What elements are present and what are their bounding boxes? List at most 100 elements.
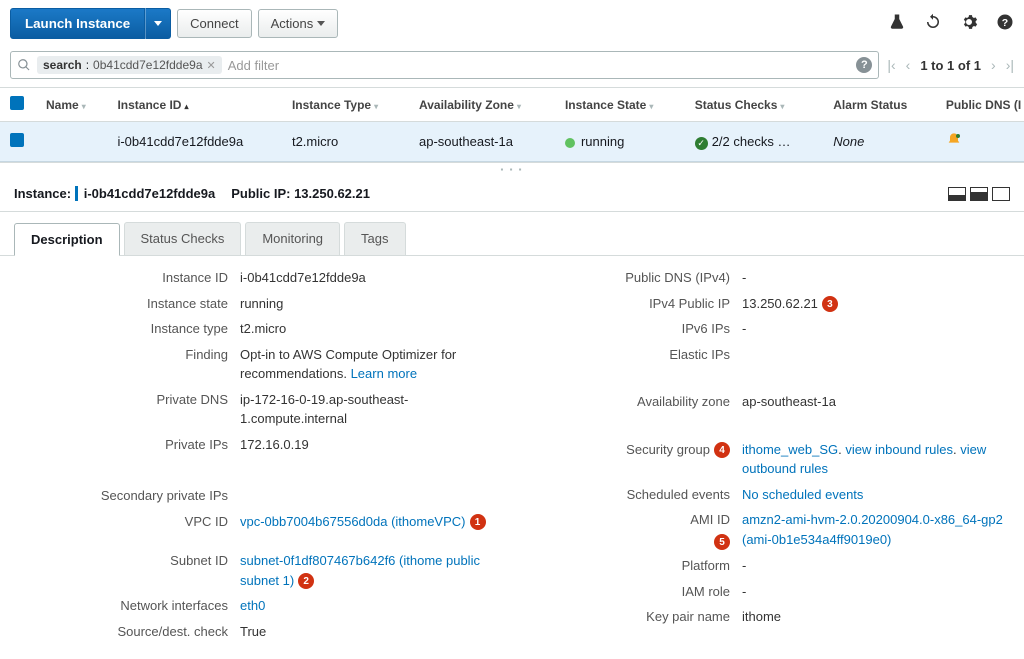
annotation-badge-3: 3 — [822, 296, 838, 312]
cell-checks: ✓2/2 checks … — [685, 122, 824, 162]
instances-table: Name▾ Instance ID▴ Instance Type▾ Availa… — [0, 87, 1024, 162]
row-az: Availability zoneap-southeast-1a — [522, 392, 1004, 412]
page-first-icon[interactable]: |‹ — [887, 57, 895, 73]
chip-remove-icon[interactable]: ✕ — [207, 59, 216, 72]
cell-instance-type: t2.micro — [282, 122, 409, 162]
table-header-row: Name▾ Instance ID▴ Instance Type▾ Availa… — [0, 88, 1024, 122]
page-prev-icon[interactable]: ‹ — [906, 57, 911, 73]
view-mode-toggle — [948, 187, 1010, 201]
cell-instance-id: i-0b41cdd7e12fdde9a — [107, 122, 282, 162]
chevron-down-icon — [317, 21, 325, 26]
learn-more-link[interactable]: Learn more — [351, 366, 417, 381]
help-icon[interactable]: ? — [996, 13, 1014, 34]
ami-link[interactable]: amzn2-ami-hvm-2.0.20200904.0-x86_64-gp2 … — [742, 512, 1003, 547]
events-link[interactable]: No scheduled events — [742, 487, 863, 502]
alarm-bell-icon — [946, 132, 962, 148]
col-az[interactable]: Availability Zone▾ — [409, 88, 555, 122]
vpc-link[interactable]: vpc-0bb7004b67556d0da (ithomeVPC) — [240, 514, 466, 529]
row-source-dest: Source/dest. checkTrue — [20, 622, 502, 642]
tab-description[interactable]: Description — [14, 223, 120, 256]
annotation-badge-2: 2 — [298, 573, 314, 589]
tab-monitoring[interactable]: Monitoring — [245, 222, 340, 255]
row-platform: Platform- — [522, 556, 1004, 576]
row-private-dns: Private DNSip-172-16-0-19.ap-southeast-1… — [20, 390, 502, 429]
inbound-rules-link[interactable]: view inbound rules — [845, 442, 953, 457]
row-ipv6: IPv6 IPs- — [522, 319, 1004, 339]
row-public-dns: Public DNS (IPv4)- — [522, 268, 1004, 288]
cell-alarm: None — [823, 122, 936, 162]
row-checkbox[interactable] — [10, 133, 24, 147]
chevron-down-icon — [154, 21, 162, 26]
row-secondary-ips: Secondary private IPs — [20, 486, 502, 506]
connect-button[interactable]: Connect — [177, 9, 251, 38]
row-elastic-ips: Elastic IPs — [522, 345, 1004, 365]
row-instance-type: Instance typet2.micro — [20, 319, 502, 339]
col-state[interactable]: Instance State▾ — [555, 88, 685, 122]
view-mode-3[interactable] — [992, 187, 1010, 201]
row-instance-state: Instance staterunning — [20, 294, 502, 314]
annotation-badge-5: 5 — [714, 534, 730, 550]
search-icon — [17, 58, 31, 72]
detail-instance-id: i-0b41cdd7e12fdde9a — [75, 186, 216, 201]
toolbar-right-icons: ? — [888, 13, 1014, 34]
actions-button[interactable]: Actions — [258, 9, 339, 38]
row-private-ips: Private IPs172.16.0.19 — [20, 435, 502, 455]
search-box[interactable]: search : 0b41cdd7e12fdde9a ✕ Add filter … — [10, 51, 879, 79]
launch-instance-button[interactable]: Launch Instance — [10, 8, 145, 39]
row-subnet-id: Subnet IDsubnet-0f1df807467b642f6 (ithom… — [20, 551, 502, 590]
col-instance-id[interactable]: Instance ID▴ — [107, 88, 282, 122]
row-network-interfaces: Network interfaceseth0 — [20, 596, 502, 616]
row-instance-id: Instance IDi-0b41cdd7e12fdde9a — [20, 268, 502, 288]
view-mode-2[interactable] — [970, 187, 988, 201]
launch-instance-dropdown[interactable] — [145, 8, 171, 39]
search-help-icon[interactable]: ? — [856, 57, 872, 73]
chip-label: search — [43, 58, 82, 72]
top-toolbar: Launch Instance Connect Actions ? — [0, 0, 1024, 47]
flask-icon[interactable] — [888, 13, 906, 34]
gear-icon[interactable] — [960, 13, 978, 34]
detail-instance-label: Instance: i-0b41cdd7e12fdde9a — [14, 186, 215, 201]
launch-instance-group: Launch Instance — [10, 8, 171, 39]
page-count: 1 to 1 of 1 — [920, 58, 981, 73]
col-instance-type[interactable]: Instance Type▾ — [282, 88, 409, 122]
col-name[interactable]: Name▾ — [36, 88, 107, 122]
col-checks[interactable]: Status Checks▾ — [685, 88, 824, 122]
detail-public-ip: Public IP: 13.250.62.21 — [231, 186, 370, 201]
page-next-icon[interactable]: › — [991, 57, 996, 73]
cell-name — [36, 122, 107, 162]
row-keypair: Key pair nameithome — [522, 607, 1004, 627]
select-all-checkbox[interactable] — [10, 96, 24, 110]
actions-label: Actions — [271, 16, 314, 31]
sg-link[interactable]: ithome_web_SG — [742, 442, 838, 457]
page-last-icon[interactable]: ›| — [1006, 57, 1014, 73]
eth0-link[interactable]: eth0 — [240, 598, 265, 613]
view-mode-1[interactable] — [948, 187, 966, 201]
annotation-badge-1: 1 — [470, 514, 486, 530]
description-panel: Instance IDi-0b41cdd7e12fdde9a Instance … — [0, 256, 1024, 659]
col-alarm[interactable]: Alarm Status — [823, 88, 936, 122]
check-pass-icon: ✓ — [695, 137, 708, 150]
left-column: Instance IDi-0b41cdd7e12fdde9a Instance … — [20, 268, 502, 647]
tab-status-checks[interactable]: Status Checks — [124, 222, 242, 255]
right-column: Public DNS (IPv4)- IPv4 Public IP13.250.… — [522, 268, 1004, 647]
row-ami-id: AMI ID5 amzn2-ami-hvm-2.0.20200904.0-x86… — [522, 510, 1004, 550]
row-ipv4-public: IPv4 Public IP13.250.62.213 — [522, 294, 1004, 314]
cell-alarm-icon[interactable] — [936, 122, 1024, 162]
filter-bar: search : 0b41cdd7e12fdde9a ✕ Add filter … — [0, 47, 1024, 87]
detail-tabs: Description Status Checks Monitoring Tag… — [0, 212, 1024, 256]
annotation-badge-4: 4 — [714, 442, 730, 458]
row-finding: FindingOpt-in to AWS Compute Optimizer f… — [20, 345, 502, 384]
table-row[interactable]: i-0b41cdd7e12fdde9a t2.micro ap-southeas… — [0, 122, 1024, 162]
add-filter-placeholder[interactable]: Add filter — [228, 58, 279, 73]
cell-az: ap-southeast-1a — [409, 122, 555, 162]
pager: |‹ ‹ 1 to 1 of 1 › ›| — [887, 57, 1014, 73]
subnet-link[interactable]: subnet-0f1df807467b642f6 (ithome public … — [240, 553, 480, 588]
row-vpc-id: VPC IDvpc-0bb7004b67556d0da (ithomeVPC)1 — [20, 512, 502, 532]
filter-chip[interactable]: search : 0b41cdd7e12fdde9a ✕ — [37, 56, 222, 74]
col-public-dns: Public DNS (I — [936, 88, 1024, 122]
state-running-icon — [565, 138, 575, 148]
row-iam-role: IAM role- — [522, 582, 1004, 602]
panel-resize-handle[interactable]: ▪ ▪ ▪ — [0, 162, 1024, 176]
refresh-icon[interactable] — [924, 13, 942, 34]
tab-tags[interactable]: Tags — [344, 222, 405, 255]
